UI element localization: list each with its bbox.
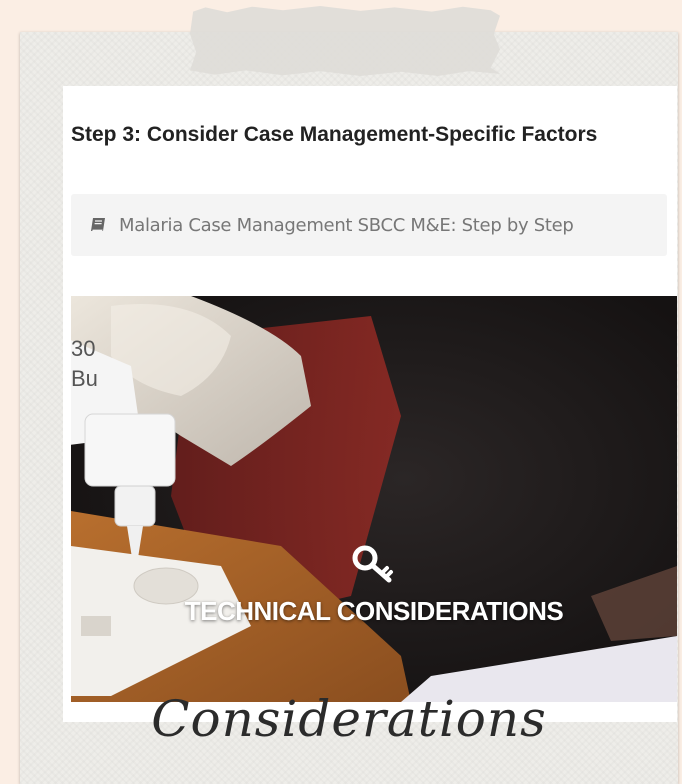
content-card[interactable]: Step 3: Consider Case Management-Specifi…: [63, 86, 677, 722]
source-link[interactable]: Malaria Case Management SBCC M&E: Step b…: [71, 194, 667, 256]
polaroid-caption: Considerations: [151, 690, 547, 748]
source-label: Malaria Case Management SBCC M&E: Step b…: [119, 214, 574, 236]
hero-photo[interactable]: 30 Bu TECHNICAL CONSIDERATIONS: [71, 296, 677, 702]
technical-considerations-label: TECHNICAL CONSIDERATIONS: [184, 596, 564, 626]
polaroid-frame: Step 3: Consider Case Management-Specifi…: [20, 32, 678, 784]
overlay-content: TECHNICAL CONSIDERATIONS: [71, 544, 677, 627]
card-title[interactable]: Step 3: Consider Case Management-Specifi…: [71, 120, 651, 149]
svg-text:30: 30: [71, 336, 95, 361]
svg-text:Bu: Bu: [71, 366, 98, 391]
book-icon: [91, 218, 105, 231]
photo-scene: 30 Bu: [71, 296, 677, 702]
key-icon: [352, 545, 393, 583]
tape-strip: [190, 6, 500, 76]
